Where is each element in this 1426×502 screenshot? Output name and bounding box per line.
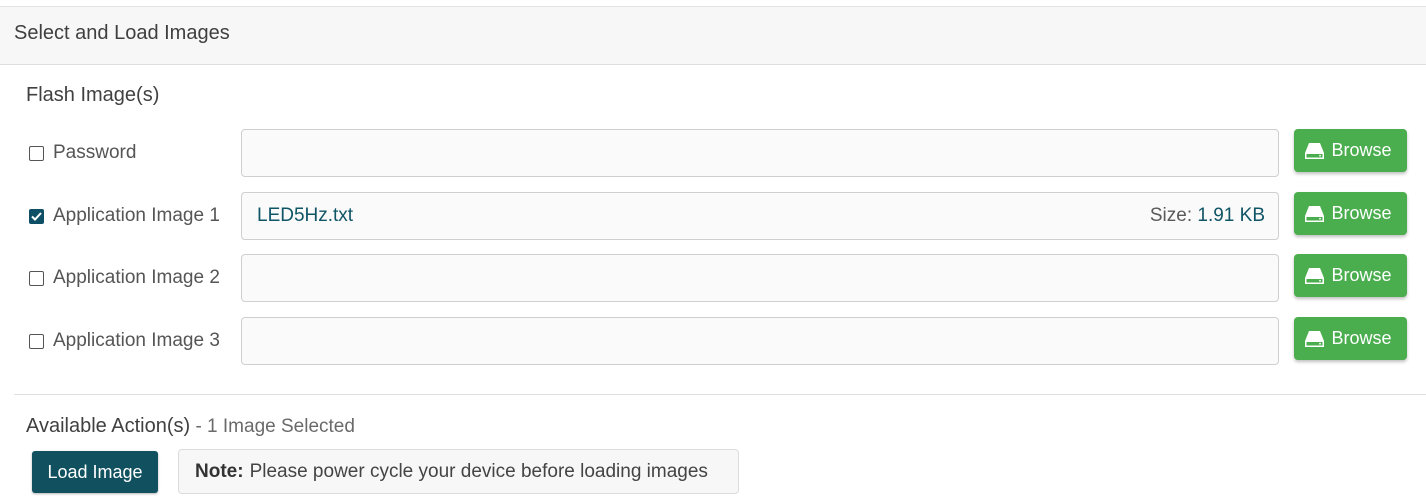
application-image-1-file-field[interactable]: LED5Hz.txt Size: 1.91 KB [241,192,1279,240]
available-actions-title: Available Action(s) [26,415,191,437]
image-row-application-1: Application Image 1 LED5Hz.txt Size: 1.9… [0,192,1426,240]
file-size-label: Size: [1149,205,1193,226]
password-checkbox-label[interactable]: Password [29,129,136,177]
browse-label: Browse [1331,328,1392,348]
power-cycle-note: Note: Please power cycle your device bef… [178,449,739,494]
application-image-2-file-field[interactable] [241,254,1279,302]
file-name: LED5Hz.txt [257,205,354,226]
drive-icon [1305,330,1325,347]
password-checkbox[interactable] [29,145,44,161]
drive-icon [1305,267,1325,284]
file-size: Size: 1.91 KB [1150,205,1265,227]
panel-title: Select and Load Images [14,22,230,44]
application-image-3-browse-button[interactable]: Browse [1294,317,1407,360]
application-image-1-checkbox[interactable] [29,208,44,224]
browse-label: Browse [1331,265,1392,285]
image-row-application-3: Application Image 3 Browse [0,317,1426,365]
image-row-label: Application Image 1 [53,205,220,226]
image-row-label: Application Image 2 [53,267,220,288]
image-row-label: Application Image 3 [53,330,220,351]
note-label: Note: [195,460,244,482]
application-image-2-checkbox-label[interactable]: Application Image 2 [29,254,220,302]
application-image-2-browse-button[interactable]: Browse [1294,254,1407,297]
password-file-field[interactable] [241,129,1279,177]
application-image-1-checkbox-label[interactable]: Application Image 1 [29,192,220,240]
image-row-password: Password Browse [0,129,1426,177]
note-text: Please power cycle your device before lo… [249,460,708,482]
application-image-3-checkbox-label[interactable]: Application Image 3 [29,317,220,365]
flash-images-heading: Flash Image(s) [26,84,160,106]
section-divider [14,394,1426,395]
browse-label: Browse [1331,140,1392,160]
image-row-label: Password [53,142,137,163]
application-image-3-file-field[interactable] [241,317,1279,365]
available-actions-heading: Available Action(s) - 1 Image Selected [26,415,355,438]
application-image-2-checkbox[interactable] [29,270,44,286]
application-image-3-checkbox[interactable] [29,333,44,349]
drive-icon [1305,205,1325,222]
selected-count-text: - 1 Image Selected [190,416,355,437]
drive-icon [1305,142,1325,159]
checkmark-icon [31,211,42,221]
file-size-value: 1.91 KB [1197,205,1265,226]
panel-header: Select and Load Images [0,7,1426,65]
application-image-1-browse-button[interactable]: Browse [1294,192,1407,235]
browse-label: Browse [1331,203,1392,223]
password-browse-button[interactable]: Browse [1294,129,1407,172]
image-row-application-2: Application Image 2 Browse [0,254,1426,302]
load-image-button[interactable]: Load Image [32,451,158,493]
